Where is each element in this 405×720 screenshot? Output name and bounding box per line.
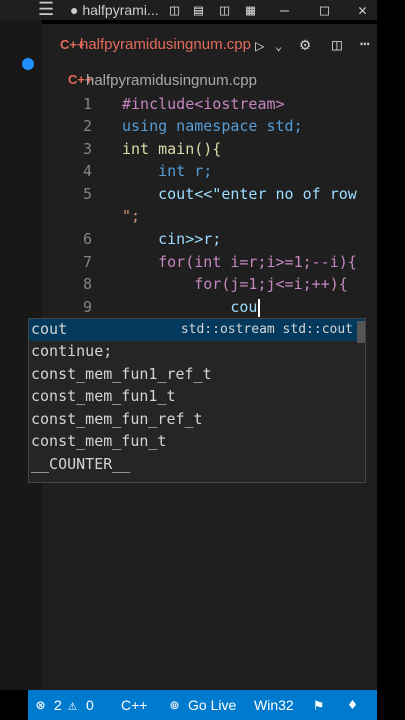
suggestion-item[interactable]: __COUNTER__ [29, 454, 365, 476]
code-line: int r; [122, 162, 213, 180]
suggestion-label: continue; [31, 342, 113, 360]
suggestion-label: const_mem_fun_t [31, 432, 167, 450]
line-number: 4 [82, 162, 92, 180]
code-line: for(int i=r;i>=1;--i){ [122, 253, 357, 271]
suggestion-detail: std::ostream std::cout [180, 322, 353, 337]
suggestion-item[interactable]: cout std::ostream std::cout [29, 319, 365, 341]
gear-icon[interactable]: ⚙ [300, 35, 310, 55]
account-badge-icon[interactable] [22, 58, 34, 70]
run-dropdown-icon[interactable]: ⌄ [275, 36, 282, 56]
language-mode[interactable]: C++ [121, 690, 147, 720]
code-line: for(j=1;j<=i;++){ [122, 275, 348, 293]
line-number: 5 [82, 185, 92, 203]
code-line: "; [122, 207, 141, 225]
layout-panel-icon[interactable]: ▤ [194, 0, 203, 20]
suggestion-item[interactable]: const_mem_fun1_t [29, 386, 365, 408]
error-count[interactable]: 2 [54, 690, 62, 720]
line-number: 6 [82, 230, 92, 248]
suggestion-item[interactable]: continue; [29, 341, 365, 363]
window-title: ● halfpyrami... [70, 2, 159, 18]
layout-sidebar-icon[interactable]: ◫ [170, 0, 179, 20]
close-icon[interactable]: ✕ [358, 0, 367, 20]
minimize-icon[interactable]: — [280, 0, 289, 20]
suggestion-label: const_mem_fun1_ref_t [31, 365, 212, 383]
code-line: cin>>r; [122, 230, 222, 248]
suggestion-widget: cout std::ostream std::cout continue; co… [28, 318, 366, 483]
line-number: 7 [82, 253, 92, 271]
suggestion-item[interactable]: const_mem_fun_t [29, 431, 365, 453]
code-line: int main(){ [122, 140, 222, 158]
bell-icon[interactable]: ♦ [348, 690, 357, 720]
run-icon[interactable]: ▷ [255, 36, 265, 56]
suggestion-item[interactable]: const_mem_fun_ref_t [29, 409, 365, 431]
line-number: 8 [82, 275, 92, 293]
code-line: cou [122, 298, 258, 316]
suggestion-label: cout [31, 320, 68, 338]
broadcast-icon: ⊚ [170, 696, 180, 714]
suggestion-label: __COUNTER__ [31, 455, 131, 473]
platform-selector[interactable]: Win32 [254, 690, 294, 720]
split-editor-icon[interactable]: ◫ [332, 35, 342, 55]
warning-count[interactable]: 0 [86, 690, 94, 720]
code-line: #include<iostream> [122, 95, 285, 113]
screen-edge [377, 0, 405, 720]
suggestion-label: const_mem_fun1_t [31, 387, 176, 405]
more-actions-icon[interactable]: ⋯ [360, 34, 370, 54]
line-number: 1 [82, 95, 92, 113]
layout-secondary-icon[interactable]: ◫ [220, 0, 229, 20]
line-number: 9 [82, 298, 92, 316]
go-live-button[interactable]: Go Live [188, 690, 236, 720]
code-line: using namespace std; [122, 117, 303, 135]
menu-icon[interactable]: ☰ [38, 0, 54, 20]
title-bar: ☰ ● halfpyrami... ◫ ▤ ◫ ▦ — □ ✕ [0, 0, 377, 20]
tab-file-name[interactable]: halfpyramidusingnum.cpp [80, 36, 251, 53]
line-number: 2 [82, 117, 92, 135]
status-bar: ⊗ 2 ⚠ 0 C++ ⊚ Go Live Win32 ⚑ ♦ [28, 690, 377, 720]
suggestion-item[interactable]: const_mem_fun1_ref_t [29, 364, 365, 386]
maximize-icon[interactable]: □ [320, 0, 329, 20]
suggestion-label: const_mem_fun_ref_t [31, 410, 203, 428]
text-cursor [258, 299, 260, 318]
warning-icon: ⚠ [68, 696, 78, 714]
customize-layout-icon[interactable]: ▦ [246, 0, 255, 20]
code-line: cout<<"enter no of row [122, 185, 366, 203]
breadcrumb[interactable]: halfpyramidusingnum.cpp [86, 72, 257, 89]
line-number: 3 [82, 140, 92, 158]
suggestion-scrollbar[interactable] [357, 321, 365, 343]
feedback-icon[interactable]: ⚑ [314, 690, 323, 720]
error-icon: ⊗ [36, 696, 46, 714]
